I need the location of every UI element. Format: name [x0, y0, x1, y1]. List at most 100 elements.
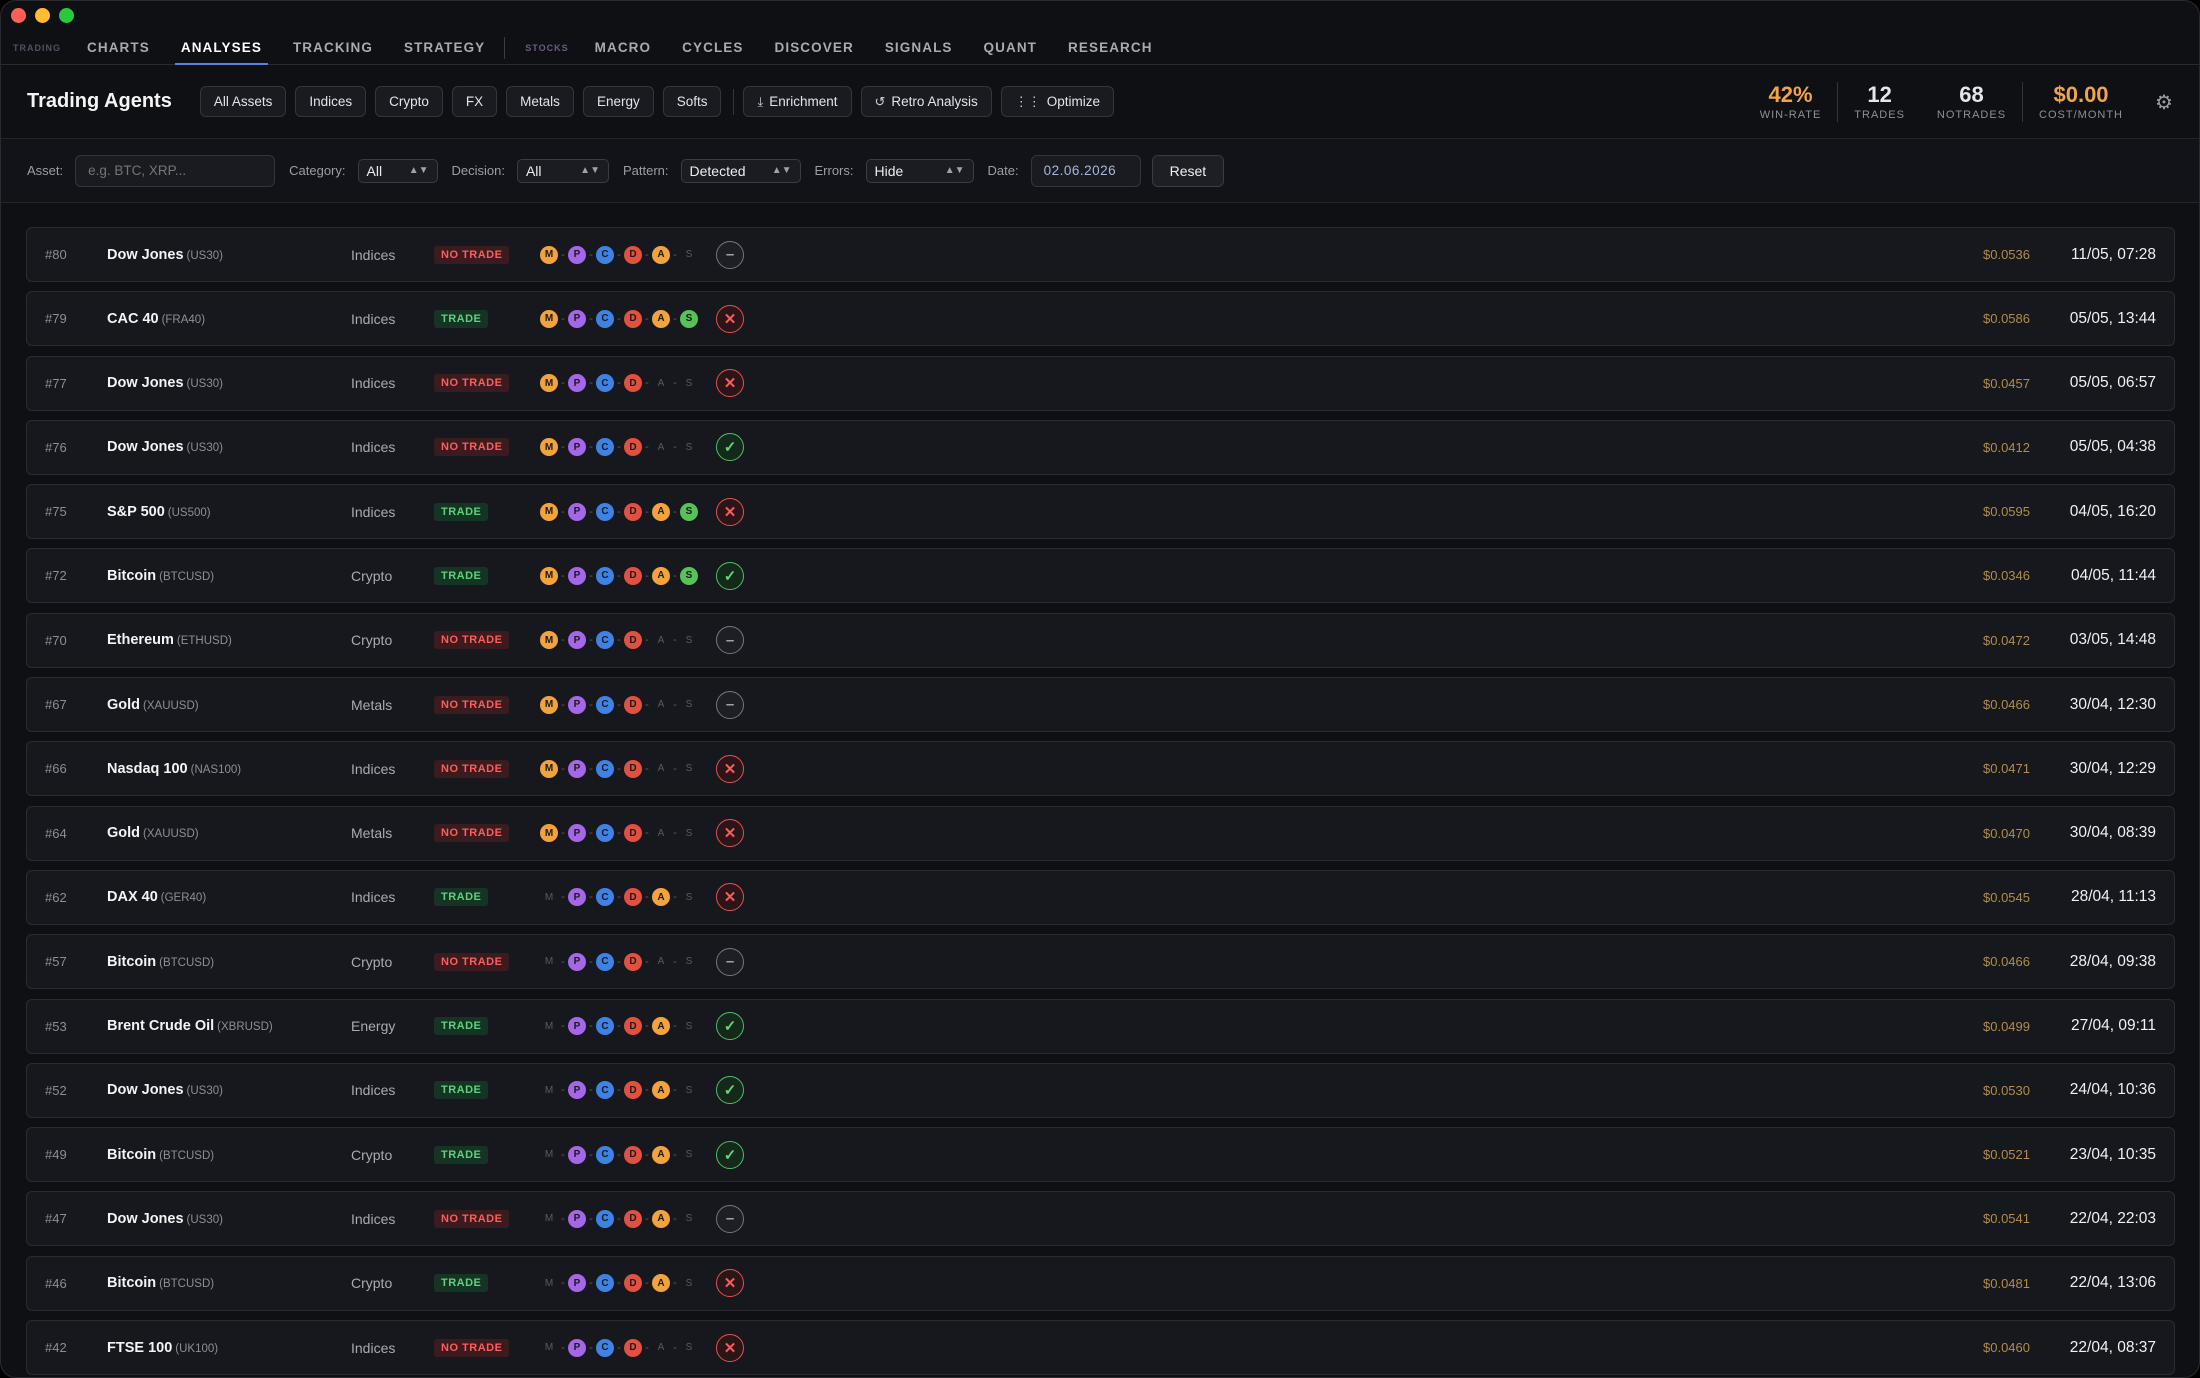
decision-badge: TRADE — [434, 502, 489, 521]
asset-ticker: (XAUUSD) — [143, 699, 199, 712]
asset-ticker: (UK100) — [175, 1342, 219, 1355]
pipeline-connector: - — [561, 505, 565, 518]
stat-value: 68 — [1959, 82, 1984, 107]
stat-trades: 12 TRADES — [1838, 82, 1921, 122]
filter-chip-softs[interactable]: Softs — [662, 86, 722, 117]
table-row[interactable]: #64 Gold (XAUUSD) Metals NO TRADE M - P - C - D - A - S… — [26, 805, 2175, 861]
pipeline-connector: - — [673, 634, 677, 647]
table-row[interactable]: #79 CAC 40 (FRA40) Indices TRADE M - P - C - D - A - S ✕… — [26, 291, 2175, 347]
nav-tab-discover[interactable]: DISCOVER — [775, 31, 854, 65]
filter-chip-metals[interactable]: Metals — [506, 86, 574, 117]
nav-tab-tracking[interactable]: TRACKING — [293, 31, 373, 65]
table-row[interactable]: #80 Dow Jones (US30) Indices NO TRADE M - P - C - D… — [26, 227, 2175, 282]
agent-s-icon: S — [685, 699, 693, 711]
agent-pipeline: M-P-C-D-A-S — [540, 1017, 698, 1036]
asset-category: Metals — [351, 825, 393, 842]
filter-chip-all-assets[interactable]: All Assets — [199, 86, 287, 117]
category-select[interactable]: All ▲▼ — [357, 158, 438, 183]
nav-tab-research[interactable]: RESEARCH — [1068, 31, 1153, 65]
outcome-loss-icon: ✕ — [716, 754, 744, 783]
stat-value: 12 — [1867, 82, 1892, 107]
nav-tab-charts[interactable]: CHARTS — [87, 31, 150, 65]
agent-m-icon: M — [540, 245, 558, 264]
nav-tab-strategy[interactable]: STRATEGY — [404, 31, 485, 65]
row-timestamp: 24/04, 10:36 — [2069, 1081, 2156, 1099]
table-row[interactable]: #72 Bitcoin (BTCUSD) Crypto TRADE M - P - C - D - A - S… — [26, 548, 2175, 604]
decision-badge: TRADE — [434, 888, 489, 907]
row-cost: $0.0470 — [1983, 825, 2030, 841]
pipeline-connector: - — [589, 891, 593, 904]
enrichment-button[interactable]: ⤓ Enrichment — [743, 86, 852, 117]
errors-select[interactable]: Hide ▲▼ — [865, 158, 974, 183]
table-row[interactable]: #67 Gold (XAUUSD) Metals NO TRADE M - P - C - D - A - S… — [26, 677, 2175, 733]
asset-name-text: Brent Crude Oil — [107, 1018, 215, 1035]
nav-tab-analyses[interactable]: ANALYSES — [174, 31, 269, 65]
filter-chip-fx[interactable]: FX — [451, 86, 498, 117]
asset-search-input[interactable] — [75, 154, 276, 187]
filter-chip-energy[interactable]: Energy — [582, 86, 654, 117]
row-timestamp: 30/04, 08:39 — [2069, 824, 2156, 842]
pipeline-connector: - — [561, 1020, 565, 1033]
date-input[interactable]: 02.06.2026 — [1030, 154, 1141, 187]
row-cost: $0.0541 — [1983, 1211, 2030, 1227]
table-row[interactable]: #52 Dow Jones (US30) Indices TRADE M - P - C - D - A -… — [26, 1062, 2175, 1118]
agent-s-icon: S — [685, 891, 693, 903]
stats-panel: 42% WIN-RATE 12 TRADES 68 NOTRADES $0.00… — [1744, 65, 2175, 139]
date-filter-label: Date: — [987, 163, 1019, 178]
agent-d-icon: D — [624, 309, 642, 328]
filter-chip-crypto[interactable]: Crypto — [375, 86, 443, 117]
asset-category: Crypto — [351, 1275, 393, 1292]
row-id: #47 — [45, 1211, 67, 1227]
nav-tab-macro[interactable]: MACRO — [595, 31, 652, 65]
table-row[interactable]: #62 DAX 40 (GER40) Indices TRADE M - P - C - D - A - S ✕… — [26, 869, 2175, 925]
table-row[interactable]: #42 FTSE 100 (UK100) Indices NO TRADE M - P - C - D… — [26, 1320, 2175, 1376]
pipeline-connector: - — [561, 1084, 565, 1097]
sliders-icon: ⋮⋮ — [1014, 93, 1041, 109]
asset-category: Crypto — [351, 632, 393, 649]
pipeline-connector: - — [645, 1341, 649, 1354]
pipeline-connector: - — [617, 1020, 621, 1033]
table-row[interactable]: #66 Nasdaq 100 (NAS100) Indices NO TRADE M - P -… — [26, 741, 2175, 797]
decision-select[interactable]: All ▲▼ — [516, 158, 609, 183]
gear-icon[interactable]: ⚙ — [2153, 91, 2175, 114]
pattern-select[interactable]: Detected ▲▼ — [680, 158, 801, 183]
outcome-loss-icon: ✕ — [716, 1333, 744, 1362]
nav-tab-cycles[interactable]: CYCLES — [682, 31, 743, 65]
close-window-button[interactable] — [11, 8, 26, 23]
table-row[interactable]: #57 Bitcoin (BTCUSD) Crypto NO TRADE M - P - C - D -… — [26, 934, 2175, 990]
stat-label: NOTRADES — [1936, 109, 2007, 121]
asset-category: Metals — [351, 696, 393, 713]
agent-p-icon: P — [568, 1274, 586, 1293]
agent-p-icon: P — [568, 245, 586, 264]
filter-chip-indices[interactable]: Indices — [295, 86, 367, 117]
pipeline-connector: - — [561, 698, 565, 711]
optimize-button[interactable]: ⋮⋮ Optimize — [1000, 86, 1114, 117]
agent-s-icon: S — [685, 634, 693, 646]
zoom-window-button[interactable] — [59, 8, 74, 23]
retro-analysis-button[interactable]: ↺ Retro Analysis — [860, 86, 992, 117]
pipeline-connector: - — [589, 1341, 593, 1354]
table-row[interactable]: #49 Bitcoin (BTCUSD) Crypto TRADE M - P - C - D - A - S… — [26, 1127, 2175, 1183]
agent-d-icon: D — [624, 438, 642, 457]
pipeline-connector: - — [645, 312, 649, 325]
minimize-window-button[interactable] — [35, 8, 50, 23]
nav-tab-quant[interactable]: QUANT — [984, 31, 1038, 65]
table-row[interactable]: #46 Bitcoin (BTCUSD) Crypto TRADE M - P - C - D - A - S… — [26, 1255, 2175, 1311]
row-id: #77 — [45, 375, 67, 391]
table-row[interactable]: #75 S&P 500 (US500) Indices TRADE M - P - C - D - A - S… — [26, 484, 2175, 540]
table-row[interactable]: #77 Dow Jones (US30) Indices NO TRADE M - P - C - D… — [26, 355, 2175, 411]
nav-tab-signals[interactable]: SIGNALS — [885, 31, 953, 65]
row-id: #66 — [45, 761, 67, 777]
reset-button[interactable]: Reset — [1151, 154, 1225, 187]
asset-name: Nasdaq 100 (NAS100) — [107, 761, 241, 777]
table-row[interactable]: #76 Dow Jones (US30) Indices NO TRADE M - P - C - D… — [26, 419, 2175, 475]
agent-s-icon: S — [680, 309, 698, 328]
table-row[interactable]: #70 Ethereum (ETHUSD) Crypto NO TRADE M - P - C - D… — [26, 612, 2175, 668]
pipeline-connector: - — [673, 1148, 677, 1161]
table-row[interactable]: #47 Dow Jones (US30) Indices NO TRADE M - P - C - D… — [26, 1191, 2175, 1247]
agent-d-icon: D — [624, 1081, 642, 1100]
table-row[interactable]: #53 Brent Crude Oil (XBRUSD) Energy TRADE M - P… — [26, 998, 2175, 1054]
pipeline-connector: - — [589, 762, 593, 775]
asset-name: DAX 40 (GER40) — [107, 889, 206, 905]
agent-pipeline: M-P-C-D-A-S — [540, 1145, 698, 1164]
